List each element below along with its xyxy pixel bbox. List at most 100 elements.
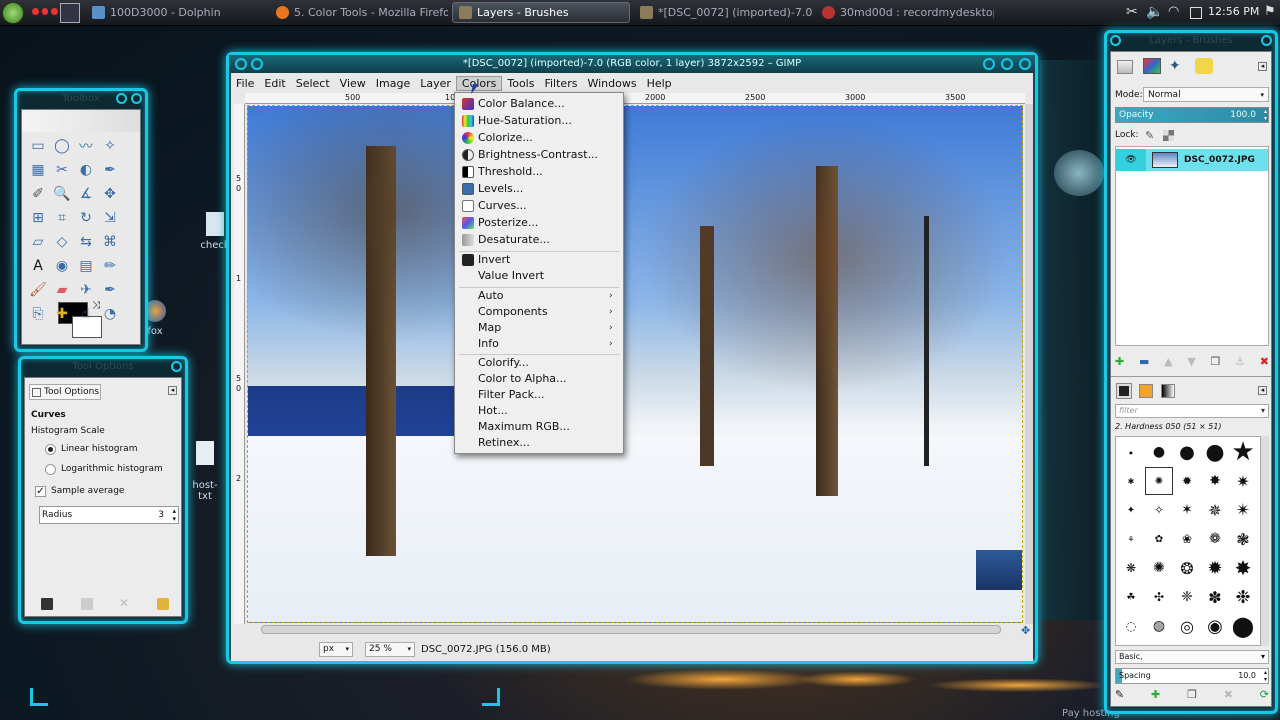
- gradients-tab-icon[interactable]: [1161, 384, 1175, 398]
- brush-thumbnail[interactable]: ✿: [1146, 526, 1172, 552]
- rect-select-tool-icon[interactable]: ▭: [28, 136, 48, 156]
- task-layers-brushes[interactable]: Layers - Brushes: [452, 2, 630, 23]
- brush-thumbnail[interactable]: ✵: [1202, 497, 1228, 523]
- eraser-tool-icon[interactable]: ▰: [52, 280, 72, 300]
- brush-thumbnail[interactable]: ❃: [1230, 526, 1256, 552]
- image-canvas[interactable]: [247, 105, 1023, 623]
- brush-thumbnail[interactable]: ✦: [1118, 497, 1144, 523]
- unit-select[interactable]: px ▾: [319, 641, 353, 657]
- brush-thumbnail[interactable]: ●: [1174, 439, 1200, 465]
- logarithmic-histogram-label[interactable]: Logarithmic histogram: [61, 464, 163, 474]
- move-tool-icon[interactable]: ✥: [100, 184, 120, 204]
- perspective-tool-icon[interactable]: ◇: [52, 232, 72, 252]
- brush-thumbnail[interactable]: ●: [1202, 439, 1228, 465]
- paintbrush-tool-icon[interactable]: 🖌: [28, 280, 48, 300]
- window-control-dots[interactable]: [32, 8, 59, 18]
- task-recordmydesktop[interactable]: 30md00d : recordmydesktop: [816, 2, 994, 23]
- menu-colors[interactable]: Colors: [455, 75, 503, 91]
- pencil-tool-icon[interactable]: ✏: [100, 256, 120, 276]
- new-brush-icon[interactable]: ✚: [1151, 688, 1160, 704]
- brush-thumbnail[interactable]: ❁: [1202, 526, 1228, 552]
- horizontal-ruler[interactable]: 500 1000 1500 2000 2500 3000 3500: [245, 93, 1025, 104]
- navigate-icon[interactable]: ✥: [1021, 624, 1030, 637]
- maximize-icon[interactable]: [116, 93, 127, 104]
- flip-tool-icon[interactable]: ⇆: [76, 232, 96, 252]
- gimp-titlebar[interactable]: *[DSC_0072] (imported)-7.0 (RGB color, 1…: [229, 55, 1035, 73]
- radio-linear[interactable]: [45, 444, 56, 455]
- dodge-burn-tool-icon[interactable]: ◔: [100, 304, 120, 324]
- align-tool-icon[interactable]: ⊞: [28, 208, 48, 228]
- color-picker-tool-icon[interactable]: ✐: [28, 184, 48, 204]
- brush-thumbnail[interactable]: ●: [1118, 439, 1144, 465]
- brush-thumbnail[interactable]: ❈: [1174, 584, 1200, 610]
- layers-tab-icon[interactable]: [1117, 60, 1133, 74]
- menu-image[interactable]: Image: [371, 77, 415, 90]
- cage-tool-icon[interactable]: ⌘: [100, 232, 120, 252]
- brush-thumbnail[interactable]: ✽: [1202, 584, 1228, 610]
- menu-item-color-to-alpha[interactable]: Color to Alpha...: [478, 371, 567, 387]
- kde-menu-icon[interactable]: [2, 2, 24, 24]
- patterns-tab-icon[interactable]: [1139, 384, 1153, 398]
- menu-item-curves[interactable]: Curves...: [478, 198, 527, 214]
- rotate-tool-icon[interactable]: ↻: [76, 208, 96, 228]
- duplicate-brush-icon[interactable]: ❐: [1187, 688, 1197, 704]
- horizontal-scrollbar[interactable]: [261, 625, 1001, 634]
- edit-brush-icon[interactable]: ✎: [1115, 688, 1124, 704]
- menu-item-levels[interactable]: Levels...: [478, 181, 523, 197]
- select-by-color-tool-icon[interactable]: ▦: [28, 160, 48, 180]
- brush-thumbnail[interactable]: ✹: [1174, 468, 1200, 494]
- crop-tool-icon[interactable]: ⌗: [52, 208, 72, 228]
- menu-item-hue-saturation[interactable]: Hue-Saturation...: [478, 113, 572, 129]
- menu-item-color-balance[interactable]: Color Balance...: [478, 96, 565, 112]
- menu-item-desaturate[interactable]: Desaturate...: [478, 232, 550, 248]
- brush-thumbnail[interactable]: ✷: [1230, 468, 1256, 494]
- menu-item-maximum-rgb[interactable]: Maximum RGB...: [478, 419, 570, 435]
- volume-icon[interactable]: 🔈: [1146, 4, 1163, 20]
- spinner-arrows-icon[interactable]: ▴ ▾: [172, 507, 176, 523]
- measure-tool-icon[interactable]: ∡: [76, 184, 96, 204]
- spacing-slider[interactable]: Spacing 10.0 ▴ ▾: [1115, 668, 1269, 684]
- smudge-tool-icon[interactable]: ☝: [76, 304, 96, 324]
- shear-tool-icon[interactable]: ▱: [28, 232, 48, 252]
- brush-thumbnail[interactable]: ⬤: [1230, 613, 1256, 639]
- brush-thumbnail[interactable]: ◉: [1202, 613, 1228, 639]
- menu-item-invert[interactable]: Invert: [478, 252, 510, 268]
- radius-spinner[interactable]: Radius 3 ▴ ▾: [39, 506, 179, 524]
- refresh-brushes-icon[interactable]: ⟳: [1260, 688, 1269, 704]
- zoom-tool-icon[interactable]: 🔍: [52, 184, 72, 204]
- app-menu-icon[interactable]: [251, 58, 263, 70]
- heal-tool-icon[interactable]: ✚: [52, 304, 72, 324]
- maximize-icon[interactable]: [1001, 58, 1013, 70]
- tab-tool-options[interactable]: Tool Options: [29, 384, 101, 400]
- menu-item-colorify[interactable]: Colorify...: [478, 355, 529, 371]
- ink-tool-icon[interactable]: ✒: [100, 280, 120, 300]
- menu-item-threshold[interactable]: Threshold...: [478, 164, 543, 180]
- new-layer-group-icon[interactable]: ▬: [1139, 355, 1149, 368]
- close-icon[interactable]: [1261, 35, 1272, 46]
- undo-history-tab-icon[interactable]: [1195, 58, 1213, 74]
- minimize-icon[interactable]: [983, 58, 995, 70]
- tab-menu-icon[interactable]: ◂: [1258, 62, 1267, 71]
- menu-item-value-invert[interactable]: Value Invert: [478, 268, 544, 284]
- show-desktop-icon[interactable]: [60, 3, 80, 23]
- brushes-tab-icon[interactable]: [1116, 383, 1132, 399]
- wifi-icon[interactable]: ◠: [1168, 4, 1179, 19]
- brush-thumbnail[interactable]: ✺: [1146, 555, 1172, 581]
- fuzzy-select-tool-icon[interactable]: ✧: [100, 136, 120, 156]
- bucket-fill-tool-icon[interactable]: ◉: [52, 256, 72, 276]
- brush-thumbnail[interactable]: ✸: [1202, 468, 1228, 494]
- brush-scrollbar[interactable]: [1261, 436, 1269, 646]
- brush-thumbnail[interactable]: ✺: [1145, 467, 1173, 495]
- close-icon[interactable]: [171, 361, 182, 372]
- menu-item-info[interactable]: Info: [478, 336, 499, 352]
- brush-thumbnail[interactable]: ✹: [1202, 555, 1228, 581]
- vertical-scrollbar[interactable]: [1025, 104, 1033, 624]
- sample-average-checkbox[interactable]: ✓: [35, 486, 46, 497]
- menu-tools[interactable]: Tools: [502, 77, 539, 90]
- vertical-ruler[interactable]: 5 0 1 5 0 2: [234, 104, 245, 624]
- menu-filters[interactable]: Filters: [539, 77, 582, 90]
- sample-average-label[interactable]: Sample average: [51, 486, 124, 496]
- reset-icon[interactable]: [157, 598, 169, 610]
- task-gimp-image[interactable]: *[DSC_0072] (imported)-7.0 (R: [634, 2, 812, 23]
- lock-pixels-icon[interactable]: ✎: [1145, 129, 1154, 142]
